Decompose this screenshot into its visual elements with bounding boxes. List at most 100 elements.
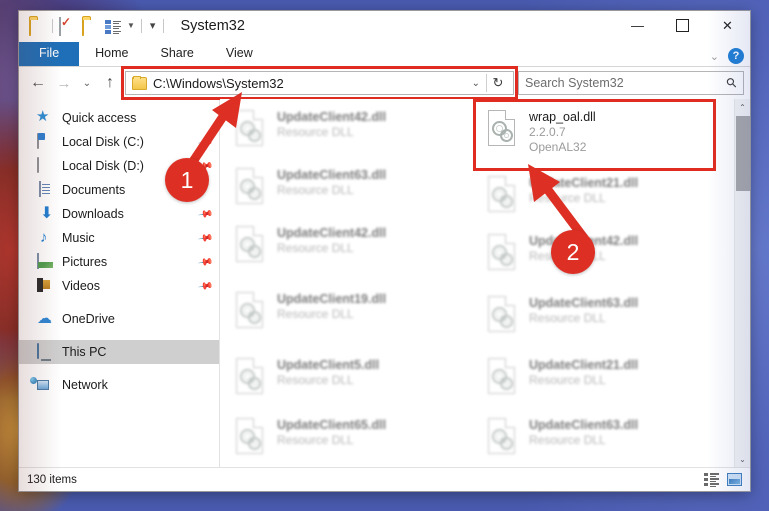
sidebar-item-quick-access[interactable]: Quick access (19, 106, 219, 130)
file-description: Resource DLL (277, 373, 354, 387)
star-icon (36, 107, 54, 126)
help-icon[interactable]: ? (728, 48, 744, 64)
document-icon (37, 181, 54, 198)
chevron-down-icon[interactable]: ⌄ (710, 50, 719, 63)
list-item[interactable]: UpdateClient21.dll Resource DLL (478, 351, 728, 407)
file-description: Resource DLL (277, 183, 354, 197)
file-list-pane[interactable]: UpdateClient42.dll Resource DLL UpdateCl… (220, 99, 750, 467)
file-name: UpdateClient63.dll (529, 418, 639, 432)
scroll-down-button[interactable]: ⌄ (735, 451, 750, 467)
download-icon: ⬇ (40, 205, 54, 222)
file-name: UpdateClient42.dll (277, 110, 387, 124)
dll-file-icon (232, 109, 268, 151)
file-description: Resource DLL (277, 125, 354, 139)
address-bar-wrapper: C:\Windows\System32 ⌄ ↻ (121, 66, 518, 100)
list-item[interactable]: UpdateClient19.dll Resource DLL (226, 285, 476, 341)
pin-icon[interactable]: 📌 (197, 230, 214, 246)
scroll-up-button[interactable]: ⌃ (735, 99, 750, 115)
tab-view[interactable]: View (210, 42, 269, 66)
search-input[interactable]: Search System32 (525, 76, 727, 90)
vertical-scrollbar[interactable]: ⌃ ⌄ (734, 99, 750, 467)
sidebar-item-label: Quick access (62, 111, 137, 125)
sidebar-item-onedrive[interactable]: ☁ OneDrive (19, 307, 219, 331)
item-count-label: 130 items (27, 473, 77, 486)
list-item[interactable]: UpdateClient63.dll Resource DLL (478, 289, 728, 345)
sidebar-item-downloads[interactable]: ⬇ Downloads 📌 (19, 202, 219, 226)
pin-icon[interactable]: 📌 (197, 206, 214, 222)
dll-file-icon (484, 175, 520, 217)
sidebar-item-local-disk-c[interactable]: Local Disk (C:) 📌 (19, 130, 219, 154)
file-explorer-window: ▼ ▾ System32 — ✕ File Home Share View ⌄ (18, 10, 751, 492)
annotation-marker-1: 1 (165, 158, 209, 202)
pin-icon[interactable]: 📌 (197, 134, 214, 150)
back-button[interactable]: ← (25, 74, 51, 92)
details-view-icon[interactable] (704, 473, 719, 487)
tab-share[interactable]: Share (145, 42, 210, 66)
file-grid: UpdateClient42.dll Resource DLL UpdateCl… (220, 99, 734, 467)
dll-file-icon (232, 291, 268, 333)
list-item[interactable]: UpdateClient42.dll Resource DLL (226, 103, 476, 159)
tab-home[interactable]: Home (79, 42, 144, 66)
sidebar-item-label: OneDrive (62, 312, 115, 326)
sidebar-item-label: Music (62, 231, 95, 245)
up-button[interactable]: ↑ (97, 74, 123, 92)
cloud-icon: ☁ (37, 310, 52, 327)
list-item[interactable]: UpdateClient5.dll Resource DLL (226, 351, 476, 407)
pin-icon[interactable]: 📌 (197, 254, 214, 270)
status-bar: 130 items (19, 467, 750, 491)
tab-file[interactable]: File (19, 42, 80, 66)
address-bar[interactable]: C:\Windows\System32 ⌄ ↻ (125, 71, 514, 95)
file-name: UpdateClient42.dll (277, 226, 387, 240)
sidebar-item-network[interactable]: Network (19, 373, 219, 397)
recent-locations-button[interactable]: ⌄ (77, 78, 97, 89)
pin-icon[interactable]: 📌 (197, 278, 214, 294)
list-item[interactable]: UpdateClient63.dll Resource DLL (226, 161, 476, 217)
network-icon (37, 377, 54, 393)
sidebar-item-label: Downloads (62, 207, 124, 221)
file-name: UpdateClient63.dll (277, 168, 387, 182)
file-description: Resource DLL (529, 373, 606, 387)
desktop-background: ▼ ▾ System32 — ✕ File Home Share View ⌄ (0, 0, 769, 511)
sidebar-item-this-pc[interactable]: This PC (19, 340, 219, 364)
list-item-wrap-oal[interactable]: wrap_oal.dll 2.2.0.7 OpenAL32 (478, 103, 728, 167)
dll-file-icon (232, 225, 268, 267)
sidebar-item-label: This PC (62, 345, 107, 359)
list-item[interactable]: UpdateClient42.dll Resource DLL (226, 219, 476, 275)
ribbon-tabs: File Home Share View ⌄ ? (19, 41, 750, 67)
picture-icon (37, 253, 54, 270)
file-description: Resource DLL (529, 191, 606, 205)
refresh-icon[interactable]: ↻ (487, 75, 509, 91)
file-name: UpdateClient5.dll (277, 358, 380, 372)
toolbar-separator-2 (140, 19, 142, 33)
list-item[interactable]: UpdateClient65.dll Resource DLL (226, 411, 476, 467)
file-description: Resource DLL (277, 241, 354, 255)
list-item[interactable]: UpdateClient42.dll Resource DLL (478, 227, 728, 283)
list-item[interactable]: UpdateClient21.dll Resource DLL (478, 169, 728, 225)
more-icon[interactable]: ▾ (148, 20, 158, 32)
large-icons-view-icon[interactable] (727, 473, 742, 486)
customize-icon[interactable] (105, 19, 121, 34)
sidebar-item-videos[interactable]: Videos 📌 (19, 274, 219, 298)
search-box[interactable]: Search System32 ⚲ (518, 71, 744, 95)
dll-file-icon (232, 167, 268, 209)
list-item[interactable]: UpdateClient63.dll Resource DLL (478, 411, 728, 467)
scrollbar-thumb[interactable] (736, 116, 750, 191)
dll-file-icon (484, 109, 520, 151)
file-description: Resource DLL (529, 433, 606, 447)
window-body: Quick access Local Disk (C:) 📌 Local Dis… (19, 99, 750, 467)
close-button[interactable]: ✕ (705, 11, 750, 40)
sidebar-item-pictures[interactable]: Pictures 📌 (19, 250, 219, 274)
music-icon: ♪ (40, 229, 48, 246)
folder-icon[interactable] (29, 17, 46, 36)
drive-icon (37, 133, 54, 150)
minimize-button[interactable]: — (615, 11, 660, 40)
sidebar-item-label: Videos (62, 279, 100, 293)
sidebar-item-music[interactable]: ♪ Music 📌 (19, 226, 219, 250)
title-bar: ▼ ▾ System32 — ✕ (19, 11, 750, 41)
chevron-down-icon[interactable]: ▼ (127, 22, 135, 30)
chevron-down-icon[interactable]: ⌄ (466, 78, 486, 89)
maximize-button[interactable] (660, 11, 705, 40)
forward-button[interactable]: → (51, 75, 77, 92)
new-folder-icon[interactable] (82, 17, 99, 36)
properties-icon[interactable] (59, 17, 76, 36)
